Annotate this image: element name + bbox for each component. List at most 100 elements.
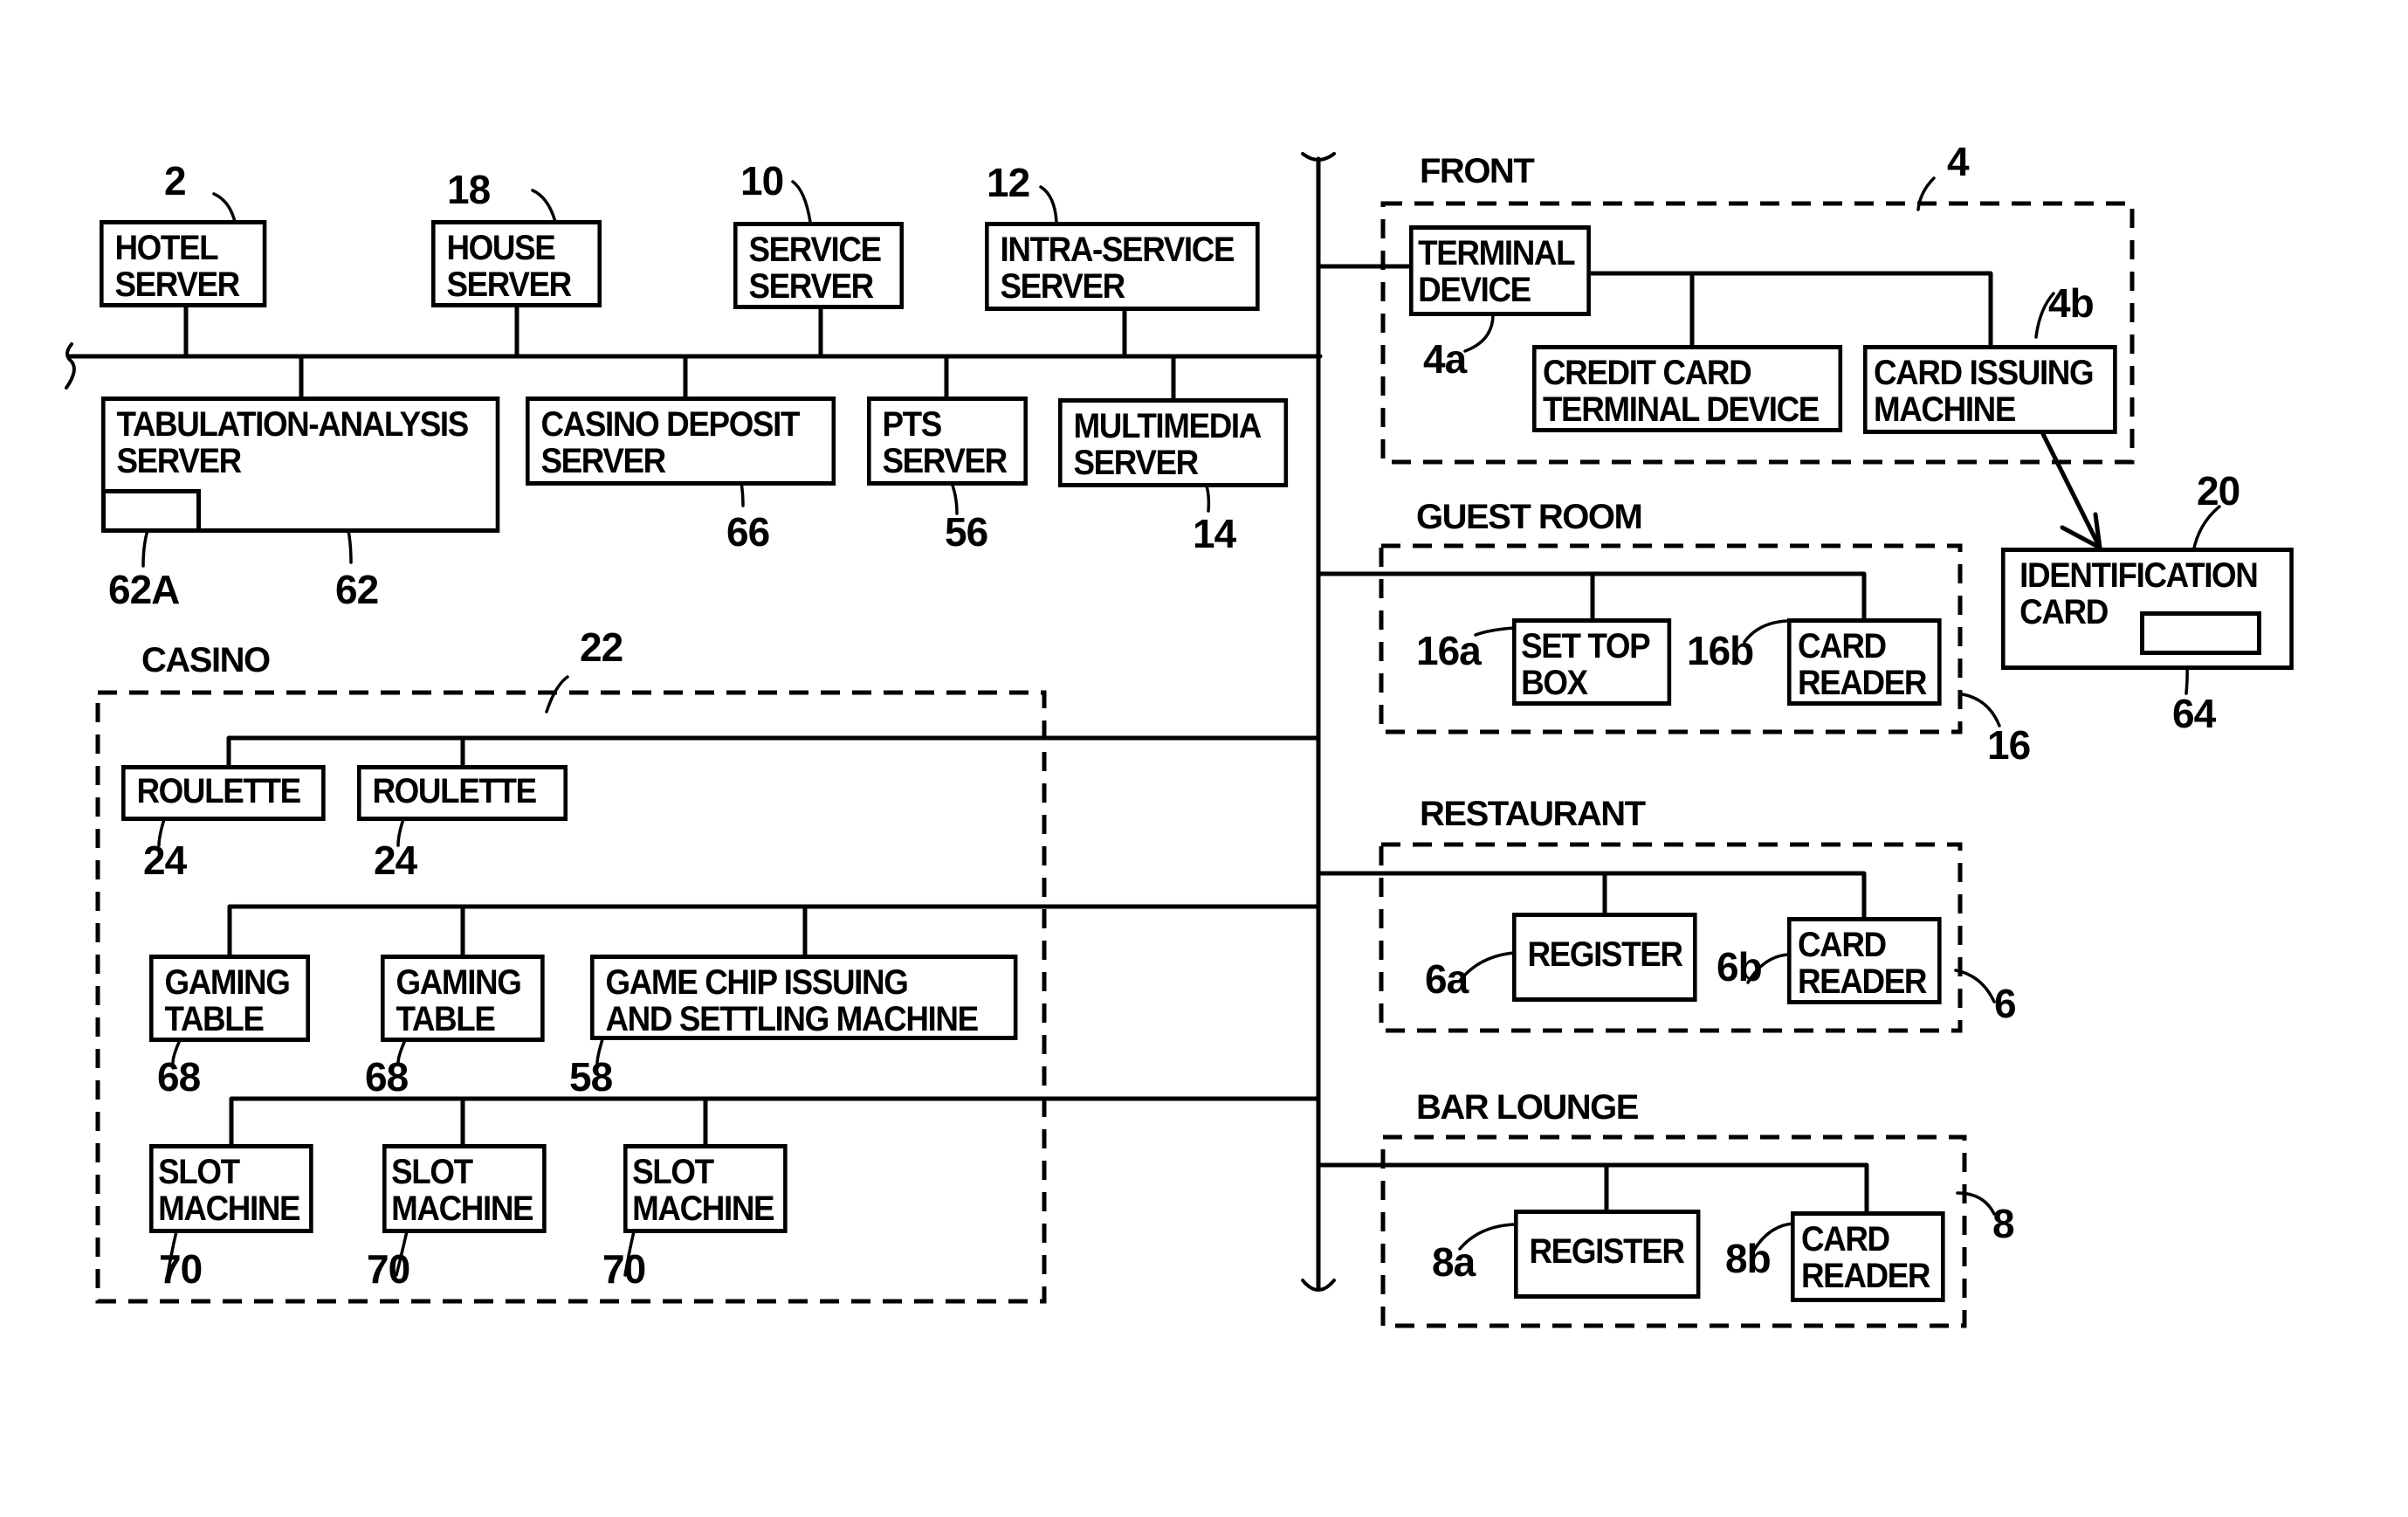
pts-server-label-2: SERVER — [882, 442, 1008, 480]
casino-slot-bus — [229, 1096, 1321, 1148]
restaurant-register-box: REGISTER — [1512, 913, 1697, 1002]
ref-68-1: 68 — [157, 1054, 201, 1100]
id-card-chip — [2140, 611, 2261, 655]
casino-deposit-label-1: CASINO DEPOSIT — [540, 405, 800, 444]
ref-64: 64 — [2172, 691, 2216, 736]
bar-lounge-title: BAR LOUNGE — [1416, 1088, 1639, 1127]
gaming-table-box-2: GAMING TABLE — [381, 955, 545, 1042]
intra-service-server-box: INTRA-SERVICE SERVER — [985, 222, 1260, 311]
slot-3-label-2: MACHINE — [632, 1189, 774, 1228]
roulette-label-2: ROULETTE — [372, 772, 537, 810]
gaming-table-1-label-2: TABLE — [164, 1000, 264, 1038]
ref-20: 20 — [2197, 468, 2240, 514]
bus-break-symbol — [65, 342, 76, 390]
ref-14: 14 — [1193, 511, 1236, 556]
casino-deposit-server-box: CASINO DEPOSIT SERVER — [526, 396, 836, 486]
issue-arrow-head — [2060, 512, 2102, 550]
ref-8b: 8b — [1725, 1236, 1772, 1281]
gaming-table-2-label-1: GAMING — [396, 963, 521, 1002]
leader-18 — [531, 189, 557, 224]
pts-server-box: PTS SERVER — [867, 396, 1028, 486]
game-chip-label-2: AND SETTLING MACHINE — [605, 1000, 979, 1038]
terminal-device-label-1: TERMINAL — [1418, 234, 1575, 272]
house-server-label-1: HOUSE — [446, 229, 555, 267]
ref-68-2: 68 — [365, 1054, 409, 1100]
set-top-box-label-2: BOX — [1521, 664, 1588, 702]
multimedia-server-box: MULTIMEDIA SERVER — [1058, 398, 1289, 487]
ref-6a: 6a — [1425, 956, 1469, 1002]
tabulation-server-label-1: TABULATION-ANALYSIS — [116, 405, 469, 444]
card-issuing-machine-box: CARD ISSUING MACHINE — [1863, 345, 2117, 434]
tabulation-storage-subunit — [101, 489, 201, 533]
gaming-table-box-1: GAMING TABLE — [149, 955, 310, 1042]
slot-1-label-1: SLOT — [158, 1153, 240, 1191]
leader-2 — [212, 192, 237, 224]
casino-title: CASINO — [141, 641, 271, 679]
ref-4b: 4b — [2048, 280, 2095, 326]
ref-18: 18 — [447, 167, 491, 212]
restaurant-register-label: REGISTER — [1527, 935, 1682, 974]
ref-16a: 16a — [1416, 628, 1482, 673]
ref-24-1: 24 — [143, 838, 187, 883]
bar-register-label: REGISTER — [1529, 1232, 1684, 1271]
service-server-label-2: SERVER — [748, 267, 874, 306]
intra-service-server-label-1: INTRA-SERVICE — [1000, 231, 1235, 269]
pts-server-label-1: PTS — [882, 405, 942, 444]
slot-machine-box-3: SLOT MACHINE — [623, 1144, 788, 1233]
card-issuing-label-1: CARD ISSUING — [1873, 354, 2095, 392]
ref-58: 58 — [569, 1054, 613, 1100]
leader-10 — [791, 180, 812, 224]
card-issuing-label-2: MACHINE — [1873, 390, 2016, 429]
casino-deposit-label-2: SERVER — [540, 442, 666, 480]
ref-70-1: 70 — [159, 1246, 203, 1292]
tabulation-server-label-2: SERVER — [116, 442, 242, 480]
front-title: FRONT — [1420, 152, 1535, 190]
leader-12 — [1039, 185, 1058, 224]
ref-66: 66 — [726, 509, 770, 555]
service-server-label-1: SERVICE — [748, 231, 882, 269]
ref-8: 8 — [1992, 1201, 2015, 1246]
ref-62A: 62A — [108, 567, 180, 612]
service-server-box: SERVICE SERVER — [733, 222, 905, 309]
restaurant-card-reader-label-1: CARD — [1797, 926, 1887, 964]
set-top-box-label-1: SET TOP — [1521, 627, 1651, 665]
gaming-table-2-label-2: TABLE — [396, 1000, 495, 1038]
roulette-box-1: ROULETTE — [121, 765, 326, 821]
bar-register-box: REGISTER — [1514, 1210, 1701, 1299]
hotel-server-label-2: SERVER — [114, 265, 240, 304]
restaurant-card-reader-label-2: READER — [1797, 962, 1927, 1001]
ref-6b: 6b — [1717, 944, 1763, 989]
ref-4a: 4a — [1423, 336, 1467, 382]
ref-56: 56 — [945, 509, 988, 555]
credit-card-label-2: TERMINAL DEVICE — [1542, 390, 1820, 429]
bar-card-reader-box: CARD READER — [1791, 1211, 1945, 1302]
guest-card-reader-label-1: CARD — [1797, 627, 1887, 665]
ref-6: 6 — [1994, 981, 2017, 1026]
restaurant-link — [1316, 871, 1867, 920]
leader-4a — [1463, 313, 1495, 353]
ref-16: 16 — [1987, 722, 2031, 768]
slot-machine-box-1: SLOT MACHINE — [149, 1144, 313, 1233]
slot-2-label-1: SLOT — [391, 1153, 473, 1191]
ref-70-2: 70 — [367, 1246, 410, 1292]
bar-card-reader-label-1: CARD — [1800, 1220, 1890, 1258]
gaming-table-1-label-1: GAMING — [164, 963, 290, 1002]
ref-12: 12 — [987, 160, 1030, 205]
ref-4: 4 — [1947, 139, 1970, 184]
slot-3-label-1: SLOT — [632, 1153, 714, 1191]
restaurant-card-reader-box: CARD READER — [1787, 917, 1942, 1004]
leader-16a — [1474, 626, 1516, 637]
slot-1-label-2: MACHINE — [158, 1189, 300, 1228]
guest-card-reader-label-2: READER — [1797, 664, 1927, 702]
id-card-label-1: IDENTIFICATION — [2019, 556, 2259, 595]
ref-70-3: 70 — [602, 1246, 646, 1292]
intra-service-server-label-2: SERVER — [1000, 267, 1125, 306]
multimedia-label-1: MULTIMEDIA — [1073, 407, 1262, 445]
guest-room-title: GUEST ROOM — [1416, 498, 1643, 536]
leader-6a — [1458, 951, 1516, 983]
slot-2-label-2: MACHINE — [391, 1189, 533, 1228]
terminal-device-box: TERMINAL DEVICE — [1409, 225, 1591, 316]
hotel-server-box: HOTEL SERVER — [100, 220, 267, 307]
game-chip-machine-box: GAME CHIP ISSUING AND SETTLING MACHINE — [590, 955, 1018, 1040]
hotel-server-label-1: HOTEL — [114, 229, 218, 267]
